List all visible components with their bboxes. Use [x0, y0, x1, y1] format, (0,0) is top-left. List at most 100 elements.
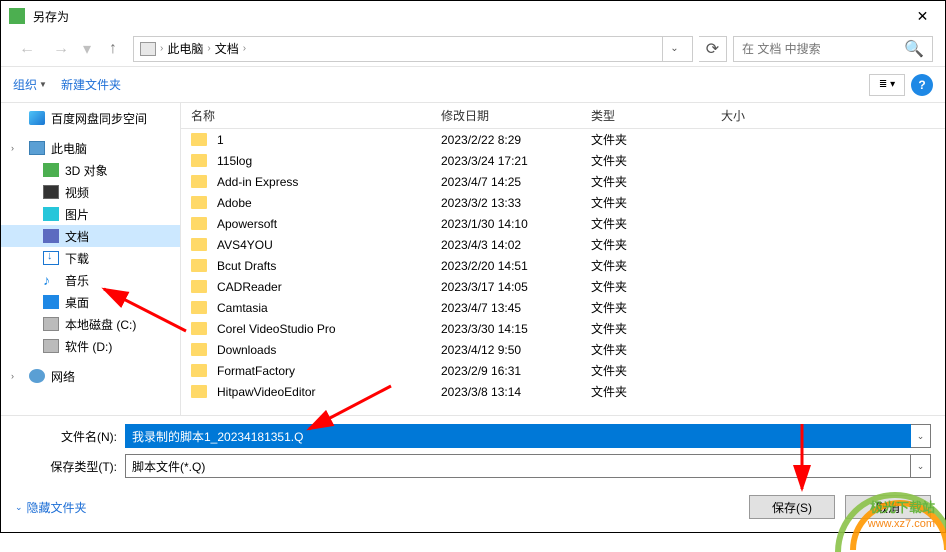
- filename-label: 文件名(N):: [15, 428, 125, 445]
- sidebar-icon: [43, 163, 59, 177]
- help-button[interactable]: ?: [911, 74, 933, 96]
- sidebar-item[interactable]: 软件 (D:): [1, 335, 180, 357]
- file-date: 2023/3/30 14:15: [431, 322, 581, 336]
- sidebar-item[interactable]: 下载: [1, 247, 180, 269]
- folder-icon: [191, 154, 207, 167]
- file-name: HitpawVideoEditor: [217, 385, 316, 399]
- file-row[interactable]: FormatFactory2023/2/9 16:31文件夹: [181, 360, 945, 381]
- file-row[interactable]: AVS4YOU2023/4/3 14:02文件夹: [181, 234, 945, 255]
- file-list: 名称 修改日期 类型 大小 1 2023/2/22 8:29 文件夹 115log 20…: [181, 103, 945, 415]
- up-button[interactable]: ↑: [99, 35, 127, 63]
- breadcrumb-root[interactable]: 此电脑: [167, 40, 203, 57]
- chevron-icon[interactable]: ›: [11, 143, 14, 153]
- sidebar[interactable]: 百度网盘同步空间 › 此电脑 3D 对象视频图片文档下载♪音乐桌面本地磁盘 (C:)软…: [1, 103, 181, 415]
- breadcrumb-folder[interactable]: 文档: [215, 40, 239, 57]
- filename-dropdown[interactable]: ⌄: [911, 424, 931, 448]
- sidebar-item[interactable]: 桌面: [1, 291, 180, 313]
- file-row[interactable]: CADReader2023/3/17 14:05文件夹: [181, 276, 945, 297]
- navbar: ← → ▾ ↑ › 此电脑 › 文档 › ⌄ ⟳ 🔍: [1, 31, 945, 67]
- app-icon: [9, 8, 25, 24]
- folder-icon: [191, 196, 207, 209]
- file-row[interactable]: HitpawVideoEditor2023/3/8 13:14文件夹: [181, 381, 945, 402]
- file-name: 1: [217, 133, 224, 147]
- save-form: 文件名(N): ⌄ 保存类型(T): 脚本文件(*.Q) ⌄: [1, 415, 945, 492]
- sidebar-icon: [43, 185, 59, 199]
- file-row[interactable]: Camtasia2023/4/7 13:45文件夹: [181, 297, 945, 318]
- hide-folders-link[interactable]: ⌄ 隐藏文件夹: [15, 499, 87, 516]
- chevron-right-icon: ›: [160, 43, 163, 54]
- column-type[interactable]: 类型: [581, 107, 711, 124]
- sidebar-item[interactable]: ♪音乐: [1, 269, 180, 291]
- file-name: Camtasia: [217, 301, 268, 315]
- toolbar: 组织▼ 新建文件夹 ≣ ▾ ?: [1, 67, 945, 103]
- refresh-button[interactable]: ⟳: [699, 36, 727, 62]
- titlebar: 另存为 ✕: [1, 1, 945, 31]
- filetype-dropdown[interactable]: ⌄: [911, 454, 931, 478]
- file-row[interactable]: Bcut Drafts2023/2/20 14:51文件夹: [181, 255, 945, 276]
- file-type: 文件夹: [581, 278, 711, 295]
- search-box[interactable]: 🔍: [733, 36, 933, 62]
- folder-icon: [191, 301, 207, 314]
- file-name: 115log: [217, 154, 252, 168]
- file-row[interactable]: Downloads2023/4/12 9:50文件夹: [181, 339, 945, 360]
- file-type: 文件夹: [581, 194, 711, 211]
- save-button[interactable]: 保存(S): [749, 495, 835, 519]
- close-button[interactable]: ✕: [900, 1, 945, 31]
- forward-button[interactable]: →: [47, 35, 75, 63]
- sidebar-item[interactable]: 图片: [1, 203, 180, 225]
- file-row[interactable]: Add-in Express2023/4/7 14:25文件夹: [181, 171, 945, 192]
- file-date: 2023/3/2 13:33: [431, 196, 581, 210]
- file-type: 文件夹: [581, 215, 711, 232]
- sidebar-item-label: 文档: [65, 228, 89, 245]
- back-button[interactable]: ←: [13, 35, 41, 63]
- file-row[interactable]: Apowersoft2023/1/30 14:10文件夹: [181, 213, 945, 234]
- file-type: 文件夹: [581, 236, 711, 253]
- file-row[interactable]: 12023/2/22 8:29文件夹: [181, 129, 945, 150]
- view-mode-button[interactable]: ≣ ▾: [869, 74, 905, 96]
- file-row[interactable]: Adobe2023/3/2 13:33文件夹: [181, 192, 945, 213]
- folder-icon: [191, 238, 207, 251]
- chevron-icon[interactable]: ›: [11, 371, 14, 381]
- sidebar-item[interactable]: ›网络: [1, 365, 180, 387]
- file-name: Add-in Express: [217, 175, 298, 189]
- sidebar-item[interactable]: 3D 对象: [1, 159, 180, 181]
- file-list-header[interactable]: 名称 修改日期 类型 大小: [181, 103, 945, 129]
- sidebar-item[interactable]: 视频: [1, 181, 180, 203]
- new-folder-button[interactable]: 新建文件夹: [61, 76, 121, 93]
- window-title: 另存为: [33, 8, 69, 25]
- breadcrumb-dropdown[interactable]: ⌄: [662, 37, 686, 61]
- file-row[interactable]: 115log2023/3/24 17:21文件夹: [181, 150, 945, 171]
- file-date: 2023/1/30 14:10: [431, 217, 581, 231]
- file-date: 2023/2/22 8:29: [431, 133, 581, 147]
- file-type: 文件夹: [581, 173, 711, 190]
- sidebar-item-label: 此电脑: [51, 140, 87, 157]
- file-type: 文件夹: [581, 383, 711, 400]
- search-icon[interactable]: 🔍: [904, 39, 924, 59]
- footer: ⌄ 隐藏文件夹 保存(S) 取消: [1, 482, 945, 532]
- column-size[interactable]: 大小: [711, 107, 811, 124]
- sidebar-item[interactable]: 本地磁盘 (C:): [1, 313, 180, 335]
- sidebar-icon: [29, 369, 45, 383]
- search-input[interactable]: [742, 42, 904, 56]
- folder-icon: [191, 385, 207, 398]
- sidebar-icon: [29, 111, 45, 125]
- column-date[interactable]: 修改日期: [431, 107, 581, 124]
- sidebar-item[interactable]: 文档: [1, 225, 180, 247]
- organize-button[interactable]: 组织▼: [13, 76, 47, 93]
- file-date: 2023/2/9 16:31: [431, 364, 581, 378]
- sidebar-icon: [43, 229, 59, 243]
- breadcrumb[interactable]: › 此电脑 › 文档 › ⌄: [133, 36, 693, 62]
- file-type: 文件夹: [581, 257, 711, 274]
- nav-dropdown-icon[interactable]: ▾: [83, 39, 91, 59]
- sidebar-item-label: 百度网盘同步空间: [51, 110, 147, 127]
- filetype-select[interactable]: 脚本文件(*.Q): [125, 454, 911, 478]
- sidebar-item[interactable]: › 此电脑: [1, 137, 180, 159]
- filename-input[interactable]: [125, 424, 911, 448]
- file-list-body[interactable]: 12023/2/22 8:29文件夹115log2023/3/24 17:21文…: [181, 129, 945, 413]
- file-date: 2023/3/24 17:21: [431, 154, 581, 168]
- column-name[interactable]: 名称: [181, 107, 431, 124]
- folder-icon: [191, 133, 207, 146]
- sidebar-item[interactable]: 百度网盘同步空间: [1, 107, 180, 129]
- cancel-button[interactable]: 取消: [845, 495, 931, 519]
- file-row[interactable]: Corel VideoStudio Pro2023/3/30 14:15文件夹: [181, 318, 945, 339]
